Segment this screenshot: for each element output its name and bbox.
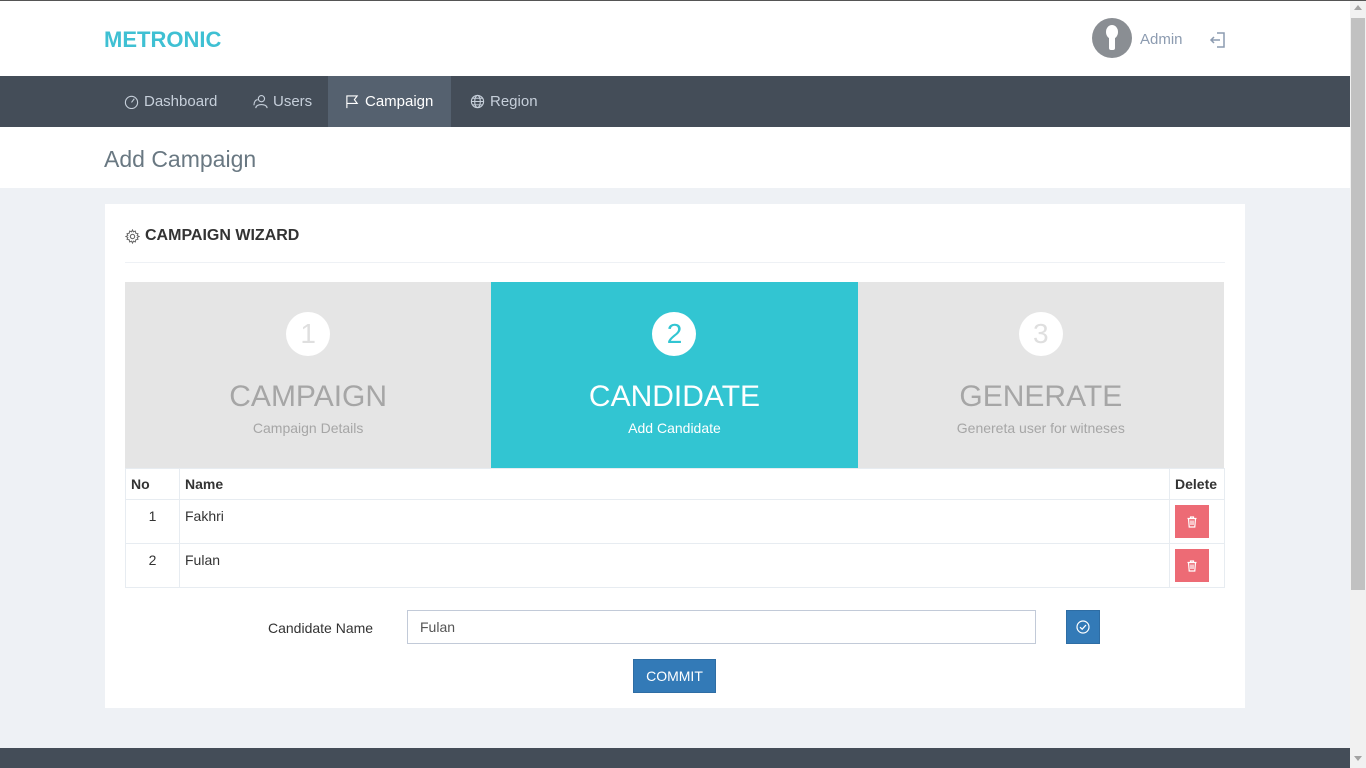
step-number: 3 (1018, 312, 1063, 356)
step-description: Add Candidate (628, 420, 721, 436)
add-candidate-button[interactable] (1066, 610, 1100, 644)
wizard-step-candidate[interactable]: 2 CANDIDATE Add Candidate (491, 282, 858, 468)
table-row: 1 Fakhri (125, 499, 1225, 544)
campaign-wizard-portlet: CAMPAIGN WIZARD 1 CAMPAIGN Campaign Deta… (105, 204, 1245, 708)
cell-delete (1169, 499, 1225, 544)
cell-name: Fulan (179, 543, 1170, 588)
table-header-row: No Name Delete (125, 468, 1225, 500)
delete-button[interactable] (1175, 505, 1209, 538)
step-title: CAMPAIGN (229, 380, 388, 413)
gear-icon (125, 228, 140, 244)
globe-icon (470, 94, 485, 109)
top-navbar: Dashboard Users Campaign Region (0, 76, 1350, 127)
nav-label-region: Region (490, 93, 538, 110)
trash-icon (1187, 559, 1197, 572)
logo[interactable]: METRONIC (104, 27, 221, 53)
wizard-steps: 1 CAMPAIGN Campaign Details 2 CANDIDATE … (125, 282, 1224, 468)
step-description: Campaign Details (252, 420, 364, 436)
cell-name: Fakhri (179, 499, 1170, 544)
wizard-step-generate[interactable]: 3 GENERATE Genereta user for witneses (857, 282, 1224, 468)
step-title: GENERATE (959, 380, 1123, 413)
nav-item-campaign[interactable]: Campaign (328, 76, 451, 127)
nav-label-users: Users (273, 93, 313, 110)
column-header-name: Name (179, 468, 1170, 500)
page-title: Add Campaign (104, 146, 257, 172)
page-head: Add Campaign (0, 127, 1350, 188)
step-title: CANDIDATE (588, 380, 761, 413)
page: METRONIC Admin Dashboard Users Campaign … (0, 0, 1366, 768)
flag-icon (346, 95, 359, 109)
wizard-step-campaign[interactable]: 1 CAMPAIGN Campaign Details (125, 282, 492, 468)
avatar[interactable] (1092, 18, 1132, 58)
users-icon (253, 95, 268, 109)
commit-button[interactable]: COMMIT (633, 659, 716, 693)
candidate-table: No Name Delete 1 Fakhri 2 Fulan (125, 468, 1225, 588)
step-number: 1 (286, 312, 331, 356)
step-description: Genereta user for witneses (956, 420, 1125, 436)
nav-item-dashboard[interactable]: Dashboard (107, 76, 234, 127)
avatar-neck (1109, 36, 1115, 50)
header: METRONIC Admin (0, 1, 1350, 76)
candidate-name-input[interactable] (407, 610, 1036, 644)
nav-item-region[interactable]: Region (453, 76, 555, 127)
cell-no: 1 (125, 499, 180, 544)
speedometer-icon (124, 95, 139, 109)
portlet-title-text: CAMPAIGN WIZARD (145, 227, 300, 244)
user-name[interactable]: Admin (1140, 31, 1183, 48)
cell-delete (1169, 543, 1225, 588)
nav-item-users[interactable]: Users (236, 76, 329, 127)
scroll-down-arrow-icon[interactable] (1354, 756, 1362, 761)
cell-no: 2 (125, 543, 180, 588)
footer (0, 748, 1350, 768)
nav-label-campaign: Campaign (365, 93, 434, 110)
candidate-name-label: Candidate Name (268, 620, 374, 636)
table-row: 2 Fulan (125, 543, 1225, 588)
nav-label-dashboard: Dashboard (144, 93, 218, 110)
step-number: 2 (652, 312, 697, 356)
check-circle-icon (1076, 620, 1090, 634)
scrollbar-thumb[interactable] (1351, 18, 1365, 590)
portlet-divider (125, 262, 1225, 263)
column-header-delete: Delete (1169, 468, 1225, 500)
portlet-title: CAMPAIGN WIZARD (125, 227, 299, 245)
column-header-no: No (125, 468, 180, 500)
logout-icon[interactable] (1209, 31, 1227, 49)
trash-icon (1187, 515, 1197, 528)
scroll-up-arrow-icon[interactable] (1354, 5, 1362, 10)
delete-button[interactable] (1175, 549, 1209, 582)
